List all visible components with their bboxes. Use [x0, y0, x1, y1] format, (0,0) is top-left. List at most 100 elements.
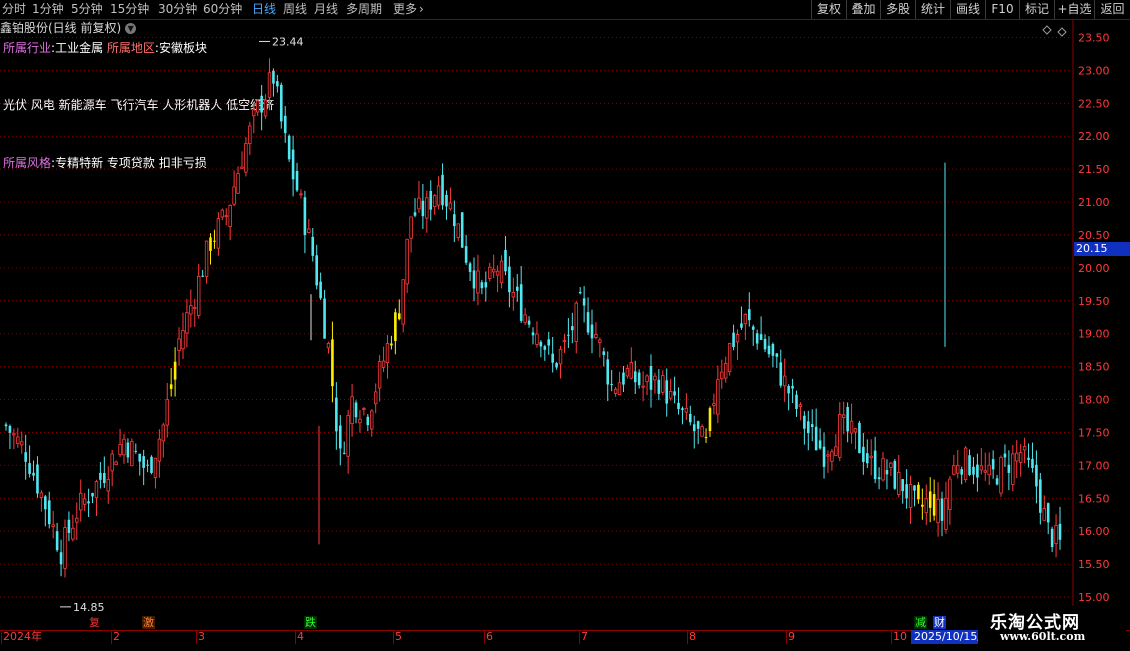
- candle-body: [397, 313, 401, 320]
- candle-body: [209, 237, 212, 251]
- candle-body: [956, 465, 960, 474]
- candle-body: [220, 209, 225, 218]
- candle-body: [798, 404, 803, 407]
- candle-body: [543, 346, 547, 350]
- month-divider: [891, 631, 892, 644]
- candle-body: [940, 498, 944, 521]
- candle-body: [1046, 503, 1050, 523]
- y-tick-label: 17.00: [1078, 459, 1110, 472]
- candle-body: [979, 465, 984, 471]
- candle-body: [531, 332, 535, 336]
- candle-body: [1054, 525, 1058, 544]
- y-tick-label: 22.50: [1078, 97, 1110, 110]
- candle-body: [193, 307, 197, 310]
- candle-body: [1011, 453, 1015, 485]
- y-tick-label: 19.00: [1078, 328, 1110, 341]
- candle-body: [755, 333, 759, 344]
- candle-body: [319, 281, 322, 299]
- candle-body: [960, 469, 963, 475]
- month-label: 9: [788, 630, 795, 643]
- candle-body: [629, 362, 634, 379]
- candle-body: [315, 255, 318, 286]
- candle-body: [590, 324, 594, 339]
- candle-body: [122, 438, 126, 456]
- candle-body: [527, 320, 531, 325]
- candle-body: [181, 330, 185, 350]
- candle-body: [771, 344, 775, 356]
- candle-body: [606, 359, 610, 385]
- candle-body: [299, 193, 303, 196]
- event-marker[interactable]: 激: [142, 616, 155, 629]
- y-tick-label: 15.50: [1078, 558, 1110, 571]
- candle-body: [468, 263, 472, 272]
- candle-body: [99, 472, 102, 480]
- candle-body: [826, 454, 830, 457]
- diamond-icon: [1042, 25, 1052, 35]
- candle-body: [346, 415, 350, 457]
- candle-body: [189, 305, 193, 315]
- candle-body: [1050, 528, 1054, 547]
- event-marker[interactable]: 减: [914, 616, 927, 629]
- candle-body: [740, 323, 743, 328]
- candle-body: [712, 403, 716, 406]
- candle-body: [185, 312, 189, 334]
- candle-body: [948, 478, 952, 510]
- candle-body: [901, 479, 904, 492]
- candle-body: [377, 361, 382, 389]
- candle-body: [586, 312, 590, 333]
- candle-body: [684, 407, 689, 413]
- candle-body: [366, 416, 370, 426]
- candlestick-chart[interactable]: 15.00 15.50 16.00 16.50 17.00 17.50 18.00 18.50…: [0, 0, 1130, 650]
- candle-body: [700, 426, 704, 437]
- candle-body: [75, 517, 79, 523]
- candle-body: [873, 450, 877, 480]
- candle-body: [4, 424, 8, 427]
- event-marker[interactable]: 财: [933, 616, 946, 629]
- candle-body: [291, 149, 295, 180]
- candle-body: [87, 501, 90, 504]
- candle-body: [665, 380, 669, 404]
- month-label: 8: [689, 630, 696, 643]
- candle-body: [169, 384, 173, 389]
- candle-body: [641, 385, 645, 388]
- candle-body: [295, 170, 299, 191]
- month-divider: [1, 631, 2, 644]
- candle-body: [204, 240, 209, 277]
- candle-body: [818, 440, 822, 449]
- candle-body: [354, 402, 358, 418]
- candle-body: [173, 361, 177, 380]
- y-tick-label: 17.50: [1078, 426, 1110, 439]
- candle-body: [228, 205, 232, 227]
- candle-body: [464, 246, 468, 263]
- candle-body: [1031, 458, 1034, 469]
- candle-body: [696, 421, 700, 429]
- candle-body: [338, 425, 342, 449]
- candle-body: [150, 456, 153, 473]
- candle-body: [16, 436, 20, 444]
- candle-body: [331, 339, 334, 387]
- candle-body: [905, 484, 908, 499]
- candle-body: [921, 504, 924, 507]
- event-marker[interactable]: 复: [88, 616, 101, 629]
- candle-body: [153, 457, 158, 478]
- candle-body: [849, 420, 854, 434]
- y-tick-label: 18.00: [1078, 394, 1110, 407]
- candle-body: [453, 214, 456, 227]
- candle-body: [256, 100, 260, 113]
- candle-body: [1039, 479, 1042, 513]
- y-tick-label: 20.50: [1078, 229, 1110, 242]
- candle-body: [405, 238, 409, 285]
- event-marker[interactable]: 跌: [304, 616, 317, 629]
- candle-body: [1058, 523, 1062, 540]
- max-price-label: 23.44: [272, 35, 304, 48]
- candle-body: [63, 527, 67, 569]
- month-divider: [196, 631, 197, 644]
- y-tick-label: 18.50: [1078, 361, 1110, 374]
- month-divider: [111, 631, 112, 644]
- candle-body: [1035, 464, 1038, 487]
- candle-body: [976, 464, 979, 478]
- candle-body: [889, 462, 893, 468]
- candle-body: [248, 125, 252, 144]
- candle-body: [1027, 457, 1030, 460]
- candle-body: [484, 282, 488, 288]
